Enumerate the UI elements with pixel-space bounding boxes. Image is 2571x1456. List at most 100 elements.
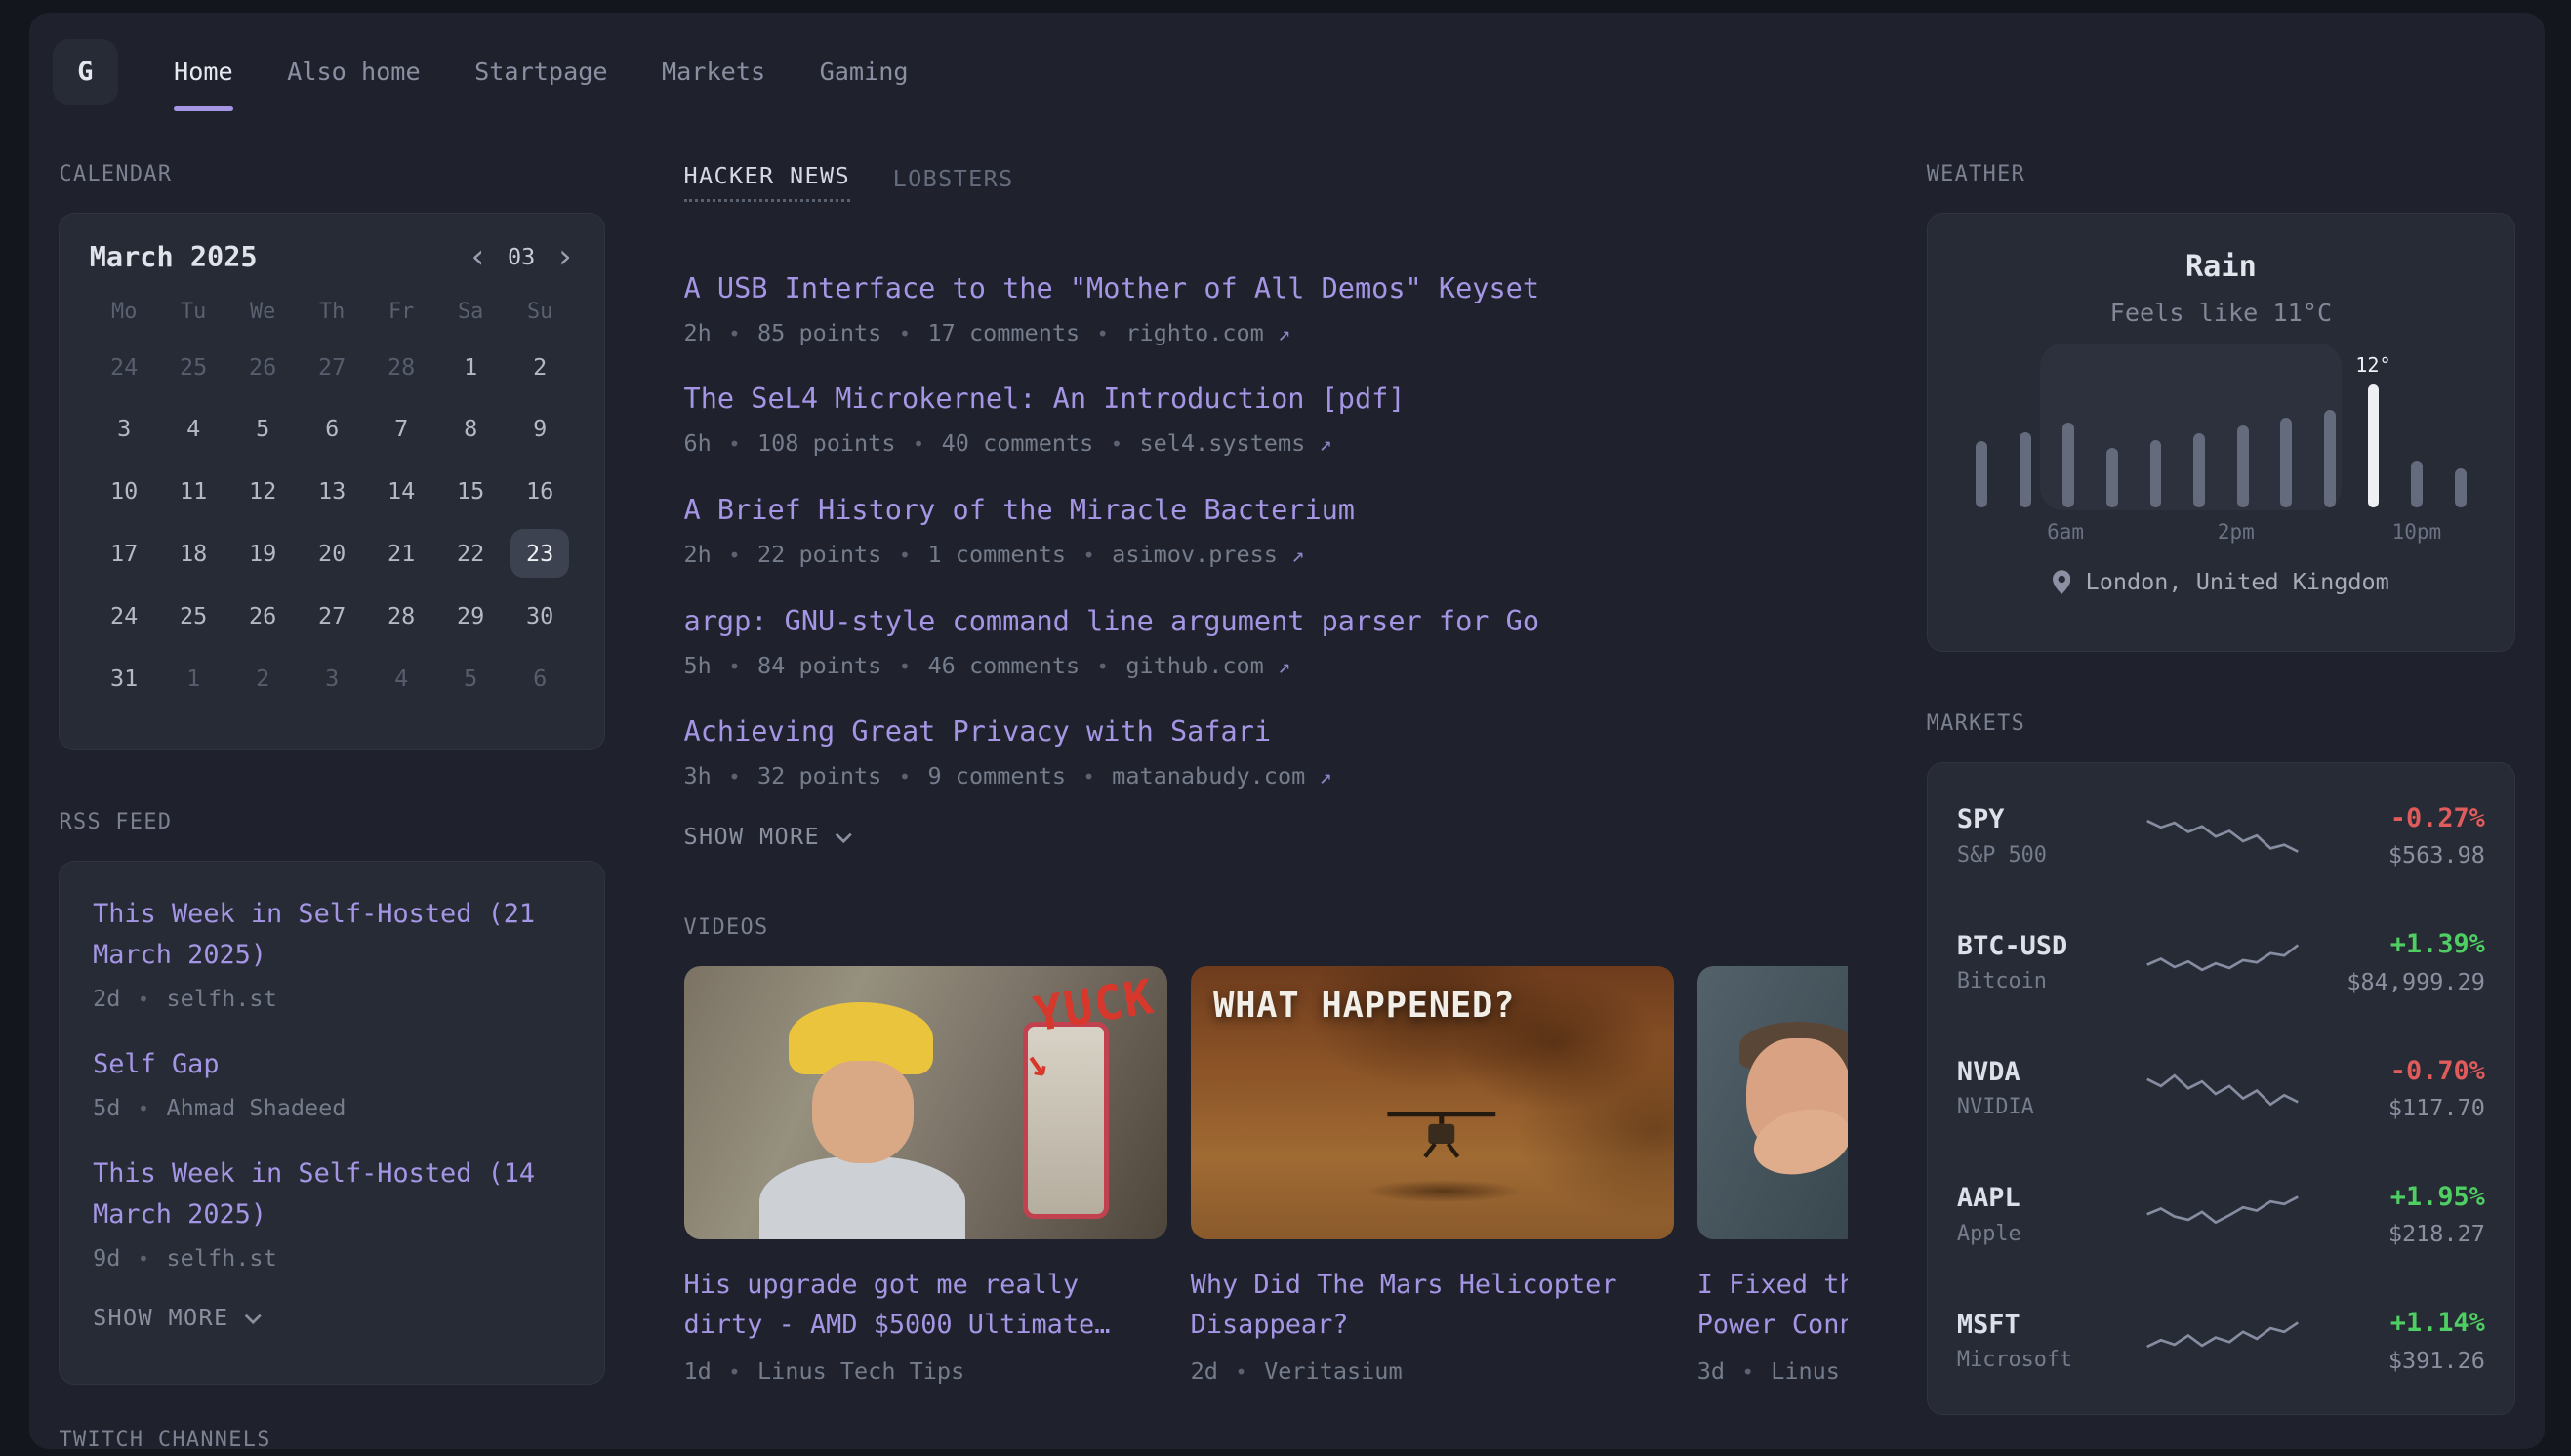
calendar-header: March 2025 ‹ 03 ›	[90, 240, 575, 273]
middle-column: HACKER NEWS LOBSTERS A USB Interface to …	[684, 131, 1849, 1449]
separator-dot: •	[896, 322, 915, 345]
weather-location-text: London, United Kingdom	[2086, 568, 2389, 595]
video-card[interactable]: DO TH T I Fixed the 5 Power Connect 3d •…	[1697, 966, 1848, 1385]
news-points: 32 points	[757, 762, 881, 789]
rss-item-title[interactable]: Self Gap	[93, 1044, 571, 1085]
calendar-day: 18	[159, 526, 228, 582]
news-show-more-button[interactable]: SHOW MORE	[684, 823, 853, 850]
current-temp-label: 12°	[2355, 353, 2390, 377]
rss-item-title[interactable]: This Week in Self-Hosted (14 March 2025)	[93, 1153, 571, 1235]
twitch-section-title: TWITCH CHANNELS	[59, 1428, 604, 1449]
market-row[interactable]: NVDA NVIDIA -0.70% $117.70	[1957, 1026, 2485, 1152]
rss-item-title[interactable]: This Week in Self-Hosted (21 March 2025)	[93, 894, 571, 976]
separator-dot: •	[1232, 1360, 1250, 1384]
market-sparkline	[2141, 806, 2305, 865]
nav-item-gaming[interactable]: Gaming	[820, 13, 909, 131]
markets-section-title: MARKETS	[1927, 711, 2515, 736]
market-change: +1.39%	[2305, 929, 2485, 959]
news-source-link[interactable]: matanabudy.com	[1112, 762, 1305, 789]
news-item-title[interactable]: The SeL4 Microkernel: An Introduction [p…	[684, 379, 1849, 418]
nav-item-home[interactable]: Home	[174, 13, 233, 131]
video-title[interactable]: His upgrade got me really dirty - AMD $5…	[684, 1266, 1168, 1345]
news-source-link[interactable]: righto.com	[1125, 319, 1263, 346]
video-title[interactable]: Why Did The Mars Helicopter Disappear?	[1191, 1266, 1675, 1345]
calendar-weekday: Sa	[436, 293, 506, 332]
calendar-controls: ‹ 03 ›	[469, 240, 575, 273]
market-ticker: NVDA	[1957, 1057, 2141, 1087]
market-row[interactable]: AAPL Apple +1.95% $218.27	[1957, 1152, 2485, 1277]
news-item-title[interactable]: argp: GNU-style command line argument pa…	[684, 601, 1849, 640]
calendar-day: 2	[228, 650, 298, 706]
app-logo[interactable]: G	[53, 39, 118, 104]
rss-feed-widget: This Week in Self-Hosted (21 March 2025)…	[59, 861, 604, 1386]
market-name: Apple	[1957, 1222, 2141, 1246]
rss-item[interactable]: Self Gap 5d • Ahmad Shadeed	[93, 1044, 571, 1120]
video-meta: 2d • Veritasium	[1191, 1357, 1675, 1385]
calendar-section-title: CALENDAR	[59, 162, 604, 186]
video-title[interactable]: I Fixed the 5 Power Connect	[1697, 1266, 1848, 1345]
chevron-right-icon[interactable]: ›	[554, 240, 574, 273]
calendar-day: 2	[506, 339, 575, 394]
separator-dot: •	[1080, 765, 1098, 789]
rss-item[interactable]: This Week in Self-Hosted (14 March 2025)…	[93, 1153, 571, 1271]
thumbnail-overlay-text: YUCK	[1030, 970, 1158, 1043]
nav-item-markets[interactable]: Markets	[662, 13, 765, 131]
news-item-title[interactable]: Achieving Great Privacy with Safari	[684, 711, 1849, 750]
separator-dot: •	[725, 1360, 744, 1384]
news-source-link[interactable]: github.com	[1125, 652, 1263, 679]
tab-hacker-news[interactable]: HACKER NEWS	[684, 162, 850, 202]
separator-dot: •	[725, 432, 744, 456]
market-price: $218.27	[2305, 1220, 2485, 1247]
weather-condition: Rain	[1957, 250, 2485, 284]
show-more-label: SHOW MORE	[684, 823, 820, 850]
rss-item-age: 5d	[93, 1094, 120, 1121]
rss-section-title: RSS FEED	[59, 810, 604, 834]
show-more-label: SHOW MORE	[93, 1304, 228, 1331]
market-row[interactable]: SPY S&P 500 -0.27% $563.98	[1957, 773, 2485, 899]
chevron-left-icon[interactable]: ‹	[469, 240, 488, 273]
calendar-day: 4	[367, 650, 436, 706]
calendar-day: 13	[298, 464, 367, 519]
calendar-weekday: Tu	[159, 293, 228, 332]
calendar-day: 30	[506, 588, 575, 644]
top-nav: G Home Also home Startpage Markets Gamin…	[29, 13, 2545, 131]
market-row[interactable]: BTC-USD Bitcoin +1.39% $84,999.29	[1957, 899, 2485, 1025]
calendar-day: 5	[436, 650, 506, 706]
rss-item[interactable]: This Week in Self-Hosted (21 March 2025)…	[93, 894, 571, 1011]
separator-dot: •	[896, 765, 915, 789]
video-thumbnail[interactable]: WHAT HAPPENED?	[1191, 966, 1675, 1240]
video-age: 1d	[684, 1357, 712, 1385]
tab-lobsters[interactable]: LOBSTERS	[893, 165, 1014, 202]
news-points: 22 points	[757, 541, 881, 568]
chevron-down-icon	[835, 832, 852, 844]
time-label: 10pm	[2392, 520, 2442, 544]
calendar-month-title: March 2025	[90, 240, 258, 273]
calendar-day: 3	[90, 401, 159, 457]
market-price: $391.26	[2305, 1347, 2485, 1374]
news-item-title[interactable]: A USB Interface to the "Mother of All De…	[684, 268, 1849, 307]
calendar-day: 7	[367, 401, 436, 457]
nav-item-startpage[interactable]: Startpage	[474, 13, 607, 131]
calendar-day: 6	[298, 401, 367, 457]
video-card[interactable]: WHAT HAPPENED? Why Did The Mars Helicopt…	[1191, 966, 1675, 1385]
calendar-day: 26	[228, 588, 298, 644]
video-thumbnail[interactable]: DO TH T	[1697, 966, 1848, 1240]
calendar-day: 19	[228, 526, 298, 582]
nav-item-also-home[interactable]: Also home	[287, 13, 420, 131]
market-sparkline	[2141, 1059, 2305, 1117]
news-source-link[interactable]: asimov.press	[1112, 541, 1278, 568]
weather-widget: Rain Feels like 11°C 12° 6am 2pm 10pm Lo…	[1927, 213, 2515, 652]
weather-chart: 12°	[1970, 350, 2471, 507]
weather-temp-bar	[2231, 350, 2255, 507]
calendar-day: 20	[298, 526, 367, 582]
news-item-title[interactable]: A Brief History of the Miracle Bacterium	[684, 490, 1849, 529]
news-source-link[interactable]: sel4.systems	[1139, 429, 1305, 457]
market-ticker: MSFT	[1957, 1310, 2141, 1340]
video-card[interactable]: YUCK ↘ His upgrade got me really dirty -…	[684, 966, 1168, 1385]
market-row[interactable]: MSFT Microsoft +1.14% $391.26	[1957, 1277, 2485, 1403]
separator-dot: •	[1738, 1360, 1757, 1384]
video-thumbnail[interactable]: YUCK ↘	[684, 966, 1168, 1240]
rss-show-more-button[interactable]: SHOW MORE	[93, 1304, 262, 1331]
rss-item-meta: 9d • selfh.st	[93, 1244, 571, 1272]
video-channel: Linus Tech Tips	[757, 1357, 964, 1385]
